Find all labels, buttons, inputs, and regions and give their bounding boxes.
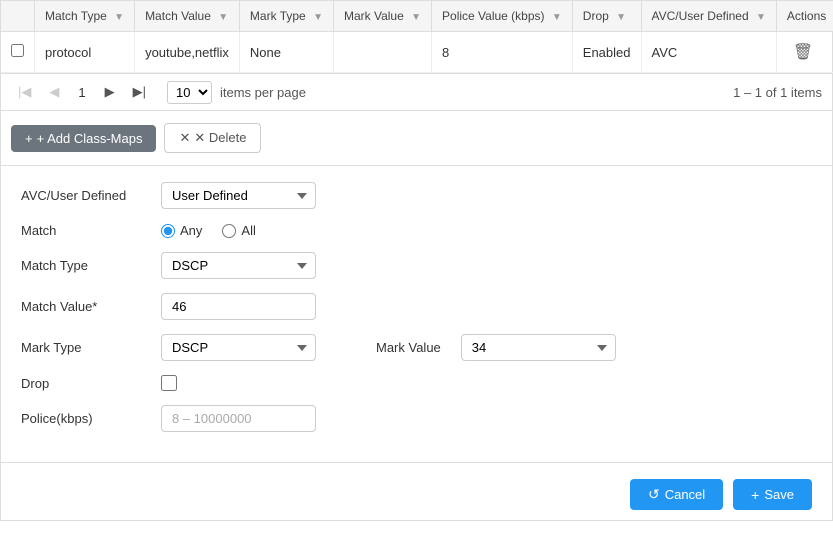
save-button[interactable]: + Save xyxy=(733,479,812,510)
row-match-type: protocol xyxy=(35,32,135,73)
match-all-label: All xyxy=(241,223,255,238)
match-type-row: Match Type DSCP Protocol IP Precedence xyxy=(21,252,812,279)
match-radio-group: Any All xyxy=(161,223,256,238)
row-drop: Enabled xyxy=(572,32,641,73)
last-page-button[interactable]: ▶| xyxy=(126,80,153,104)
match-value-row: Match Value* xyxy=(21,293,812,320)
row-mark-value xyxy=(333,32,431,73)
mark-type-label: Mark Type xyxy=(21,340,161,355)
match-any-label: Any xyxy=(180,223,202,238)
delete-icon: ✕ xyxy=(179,130,190,146)
add-icon: + xyxy=(25,131,33,146)
action-buttons-row: + + Add Class-Maps ✕ ✕ Delete xyxy=(0,111,833,166)
first-page-button[interactable]: |◀ xyxy=(11,80,38,104)
police-input[interactable] xyxy=(161,405,316,432)
col-match-type: Match Type ▼ xyxy=(35,1,135,32)
mark-type-select[interactable]: DSCP None IP Precedence xyxy=(161,334,316,361)
row-checkbox[interactable] xyxy=(11,44,24,57)
match-any-option[interactable]: Any xyxy=(161,223,202,238)
mark-value-sort-icon[interactable]: ▼ xyxy=(411,12,421,23)
delete-row-button[interactable]: 🗑 xyxy=(787,40,819,64)
police-row: Police(kbps) xyxy=(21,405,812,432)
current-page: 1 xyxy=(70,83,93,102)
col-drop: Drop ▼ xyxy=(572,1,641,32)
delete-label: ✕ Delete xyxy=(194,130,246,146)
match-type-sort-icon[interactable]: ▼ xyxy=(114,12,124,23)
pagination-info: 1 – 1 of 1 items xyxy=(733,85,822,100)
table-row: protocol youtube,netflix None 8 Enabled … xyxy=(1,32,833,73)
form-section: AVC/User Defined User Defined AVC Match … xyxy=(0,166,833,463)
cancel-icon: ↺ xyxy=(648,486,660,503)
per-page-label: items per page xyxy=(220,85,306,100)
match-all-option[interactable]: All xyxy=(222,223,255,238)
col-actions: Actions ▼ xyxy=(776,1,833,32)
col-mark-value: Mark Value ▼ xyxy=(333,1,431,32)
match-type-label: Match Type xyxy=(21,258,161,273)
row-match-value: youtube,netflix xyxy=(135,32,240,73)
add-class-maps-button[interactable]: + + Add Class-Maps xyxy=(11,125,156,152)
per-page-select[interactable]: 10 25 50 xyxy=(167,81,212,104)
avc-user-defined-select[interactable]: User Defined AVC xyxy=(161,182,316,209)
mark-value-label: Mark Value xyxy=(376,340,441,355)
next-page-button[interactable]: ▶ xyxy=(98,80,122,104)
row-checkbox-cell[interactable] xyxy=(1,32,35,73)
drop-sort-icon[interactable]: ▼ xyxy=(616,12,626,23)
avc-user-defined-row: AVC/User Defined User Defined AVC xyxy=(21,182,812,209)
match-any-radio[interactable] xyxy=(161,224,175,238)
col-mark-type: Mark Type ▼ xyxy=(239,1,333,32)
add-class-maps-label: + Add Class-Maps xyxy=(37,131,143,146)
match-label: Match xyxy=(21,223,161,238)
match-row: Match Any All xyxy=(21,223,812,238)
cancel-label: Cancel xyxy=(665,487,705,502)
prev-page-button[interactable]: ◀ xyxy=(42,80,66,104)
row-actions-cell: 🗑 xyxy=(776,32,833,73)
avc-sort-icon[interactable]: ▼ xyxy=(756,12,766,23)
drop-row: Drop xyxy=(21,375,812,391)
row-mark-type: None xyxy=(239,32,333,73)
cancel-button[interactable]: ↺ Cancel xyxy=(630,479,723,510)
match-all-radio[interactable] xyxy=(222,224,236,238)
match-type-select[interactable]: DSCP Protocol IP Precedence xyxy=(161,252,316,279)
col-match-value: Match Value ▼ xyxy=(135,1,240,32)
police-label: Police(kbps) xyxy=(21,411,161,426)
delete-button[interactable]: ✕ ✕ Delete xyxy=(164,123,261,153)
row-police-value: 8 xyxy=(432,32,573,73)
class-maps-table-container: Match Type ▼ Match Value ▼ Mark Type ▼ M… xyxy=(0,0,833,73)
col-avc-user-defined: AVC/User Defined ▼ xyxy=(641,1,776,32)
save-icon: + xyxy=(751,487,759,503)
mark-type-row: Mark Type DSCP None IP Precedence Mark V… xyxy=(21,334,812,361)
mark-type-sort-icon[interactable]: ▼ xyxy=(313,12,323,23)
match-value-input[interactable] xyxy=(161,293,316,320)
avc-user-defined-label: AVC/User Defined xyxy=(21,188,161,203)
match-value-label: Match Value* xyxy=(21,299,161,314)
col-police-value: Police Value (kbps) ▼ xyxy=(432,1,573,32)
bottom-buttons-row: ↺ Cancel + Save xyxy=(0,463,833,521)
pagination-bar: |◀ ◀ 1 ▶ ▶| 10 25 50 items per page 1 – … xyxy=(0,73,833,111)
drop-checkbox[interactable] xyxy=(161,375,177,391)
class-maps-table: Match Type ▼ Match Value ▼ Mark Type ▼ M… xyxy=(1,1,833,73)
mark-value-section: Mark Value 34 0 1 2 xyxy=(376,334,616,361)
col-checkbox xyxy=(1,1,35,32)
police-value-sort-icon[interactable]: ▼ xyxy=(552,12,562,23)
save-label: Save xyxy=(764,487,794,502)
mark-value-select[interactable]: 34 0 1 2 xyxy=(461,334,616,361)
drop-label: Drop xyxy=(21,376,161,391)
row-avc-user-defined: AVC xyxy=(641,32,776,73)
match-value-sort-icon[interactable]: ▼ xyxy=(218,12,228,23)
